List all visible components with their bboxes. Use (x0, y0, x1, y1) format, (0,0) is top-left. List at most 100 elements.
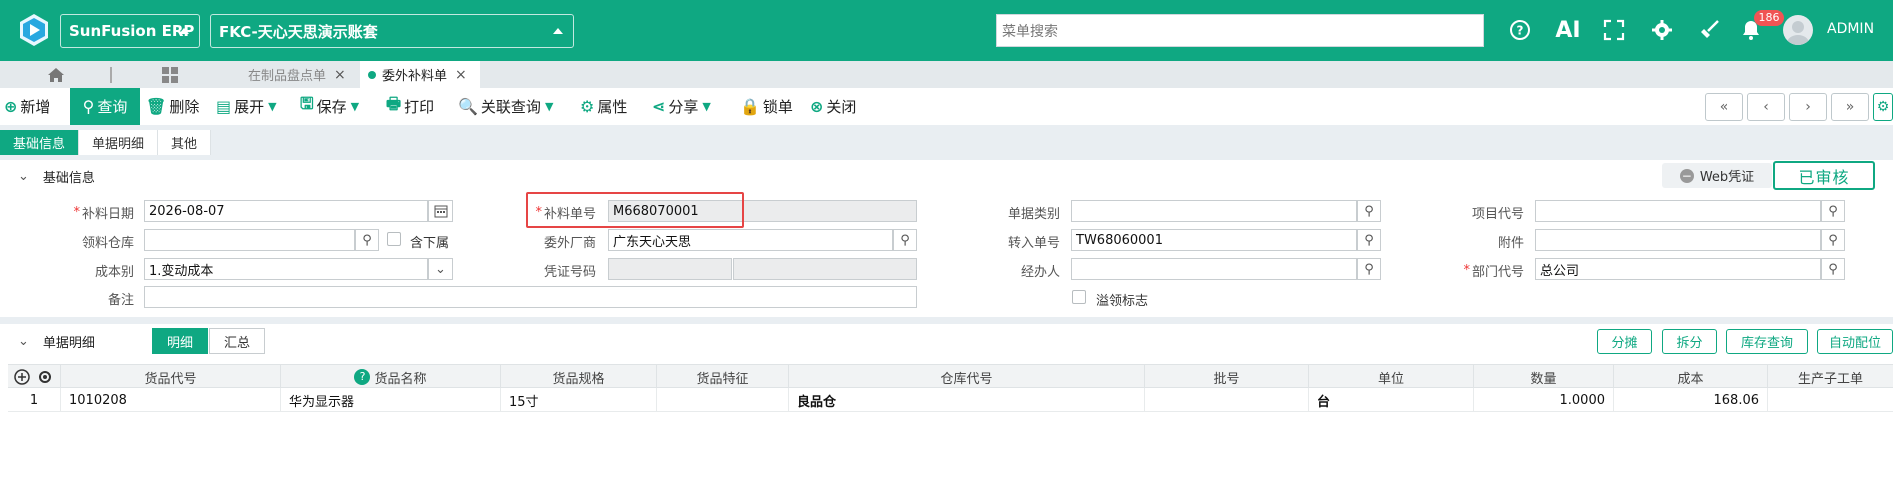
doc-type-field[interactable] (1071, 200, 1357, 222)
lock-button[interactable]: 🔒 锁单 (740, 88, 793, 125)
vendor-field[interactable]: 广东天心天思 (608, 229, 893, 251)
close-circle-icon: ⊗ (810, 97, 824, 116)
transfer-no-search-icon[interactable]: ⚲ (1357, 229, 1381, 251)
app-switcher[interactable]: SunFusion ERP (60, 14, 200, 48)
col-unit[interactable]: 单位 (1309, 365, 1474, 389)
dept-code-field[interactable]: 总公司 (1535, 258, 1821, 280)
tab-basic-info[interactable]: 基础信息 (0, 130, 80, 155)
col-item-name[interactable]: ? 货品名称 (281, 365, 501, 389)
warehouse-search-icon[interactable]: ⚲ (355, 229, 379, 251)
auto-location-button[interactable]: 自动配位 (1817, 329, 1893, 354)
calendar-icon[interactable] (428, 200, 453, 222)
related-query-button[interactable]: 🔍 关联查询 ▼ (458, 88, 553, 125)
menu-search-input[interactable]: 菜单搜索 (996, 14, 1484, 47)
project-code-field[interactable] (1535, 200, 1821, 222)
col-cost[interactable]: 成本 (1614, 365, 1768, 389)
ai-assistant-button[interactable]: AI (1555, 17, 1581, 43)
stock-query-button[interactable]: 库存查询 (1726, 329, 1808, 354)
cell-item-code[interactable]: 1010208 (61, 388, 281, 412)
chevron-down-icon[interactable]: ⌄ (428, 258, 453, 280)
grid-header: 货品代号 ? 货品名称 货品规格 货品特征 仓库代号 批号 单位 数量 成本 生… (8, 364, 1893, 389)
next-record-button[interactable]: › (1789, 93, 1827, 121)
tab-detail[interactable]: 明细 (152, 328, 209, 354)
detail-header[interactable]: ⌄ 单据明细 (18, 332, 95, 351)
cell-cost[interactable]: 168.06 (1614, 388, 1768, 412)
handler-search-icon[interactable]: ⚲ (1357, 258, 1381, 280)
cell-item-name[interactable]: 华为显示器 (281, 388, 501, 412)
project-search-icon[interactable]: ⚲ (1821, 200, 1845, 222)
handler-field[interactable] (1071, 258, 1357, 280)
save-button[interactable]: 🖫 保存 ▼ (300, 88, 359, 125)
cell-batch-no[interactable] (1145, 388, 1309, 412)
basic-info-header[interactable]: ⌄ 基础信息 (18, 167, 95, 186)
attachment-search-icon[interactable]: ⚲ (1821, 229, 1845, 251)
doc-type-search-icon[interactable]: ⚲ (1357, 200, 1381, 222)
query-button[interactable]: ⚲ 查询 (70, 88, 140, 125)
warehouse-field[interactable] (144, 229, 355, 251)
tab-doc-detail[interactable]: 单据明细 (79, 130, 159, 155)
doc-type-label: 单据类别 (1007, 206, 1060, 222)
close-tab-icon[interactable]: × (334, 67, 346, 83)
include-sub-label: 含下属 (410, 236, 450, 251)
expand-button[interactable]: ▤ 展开 ▼ (216, 88, 277, 125)
cell-item-spec[interactable]: 15寸 (501, 388, 657, 412)
toolbar-settings-button[interactable]: ⚙ (1873, 93, 1893, 121)
cell-warehouse-code[interactable]: 良品仓 (789, 388, 1145, 412)
cell-sub-work-order[interactable] (1768, 388, 1893, 412)
tab-wip-inventory[interactable]: 在制品盘点单 × (248, 61, 358, 88)
cell-item-feature[interactable] (657, 388, 789, 412)
cell-unit[interactable]: 台 (1309, 388, 1474, 412)
section-tabs: 基础信息 单据明细 其他 (0, 130, 212, 155)
settings-gear-icon[interactable] (1649, 17, 1675, 43)
date-field[interactable]: 2026-08-07 (144, 200, 428, 222)
col-item-spec[interactable]: 货品规格 (501, 365, 657, 389)
web-voucher-button[interactable]: − Web凭证 (1662, 163, 1772, 188)
close-tab-icon[interactable]: × (455, 67, 467, 83)
home-tab[interactable] (44, 61, 68, 88)
user-name[interactable]: ADMIN (1827, 21, 1874, 37)
col-batch-no[interactable]: 批号 (1145, 365, 1309, 389)
close-button[interactable]: ⊗ 关闭 (810, 88, 856, 125)
share-button[interactable]: ⋖ 分享 ▼ (652, 88, 711, 125)
col-quantity[interactable]: 数量 (1474, 365, 1614, 389)
split-button[interactable]: 拆分 (1662, 329, 1717, 354)
tab-other[interactable]: 其他 (158, 130, 212, 155)
table-row[interactable]: 1 1010208 华为显示器 15寸 良品仓 台 1.0000 168.06 (8, 388, 1893, 412)
clean-broom-icon[interactable] (1696, 17, 1722, 43)
attributes-button[interactable]: ⚙ 属性 (580, 88, 627, 125)
transfer-no-field[interactable]: TW68060001 (1071, 229, 1357, 251)
grid-icon (162, 66, 178, 83)
cell-quantity[interactable]: 1.0000 (1474, 388, 1614, 412)
overflow-flag-checkbox[interactable] (1072, 290, 1086, 304)
vendor-search-icon[interactable]: ⚲ (893, 229, 917, 251)
cost-type-select[interactable]: 1.变动成本 (144, 258, 428, 280)
allocate-button[interactable]: 分摊 (1597, 329, 1652, 354)
tab-summary[interactable]: 汇总 (209, 328, 266, 354)
col-item-code[interactable]: 货品代号 (61, 365, 281, 389)
last-record-button[interactable]: » (1831, 93, 1869, 121)
voucher-no-field-1[interactable] (608, 258, 732, 280)
remark-field[interactable] (144, 286, 917, 308)
delete-button[interactable]: 🗑 删除 (146, 88, 199, 125)
home-icon (48, 67, 64, 82)
col-sub-work-order[interactable]: 生产子工单 (1768, 365, 1893, 389)
print-button[interactable]: 🖶 打印 (386, 88, 434, 125)
include-sub-checkbox[interactable] (387, 232, 401, 246)
voucher-no-field-2[interactable] (733, 258, 917, 280)
attachment-label: 附件 (1497, 235, 1524, 251)
fullscreen-icon[interactable] (1601, 17, 1627, 43)
attachment-field[interactable] (1535, 229, 1821, 251)
app-grid-tab[interactable] (160, 61, 180, 88)
prev-record-button[interactable]: ‹ (1747, 93, 1785, 121)
account-selector[interactable]: FKC-天心天思演示账套 (210, 14, 574, 48)
plus-circle-icon: ⊕ (4, 97, 18, 116)
dept-search-icon[interactable]: ⚲ (1821, 258, 1845, 280)
share-icon: ⋖ (652, 97, 666, 116)
col-item-feature[interactable]: 货品特征 (657, 365, 789, 389)
new-button[interactable]: ⊕ 新增 (4, 88, 50, 125)
col-warehouse-code[interactable]: 仓库代号 (789, 365, 1145, 389)
user-avatar[interactable] (1783, 15, 1813, 45)
first-record-button[interactable]: « (1705, 93, 1743, 121)
tab-outsource-supplement[interactable]: 委外补料单 × (360, 61, 480, 88)
help-icon[interactable]: ? (1507, 17, 1533, 43)
